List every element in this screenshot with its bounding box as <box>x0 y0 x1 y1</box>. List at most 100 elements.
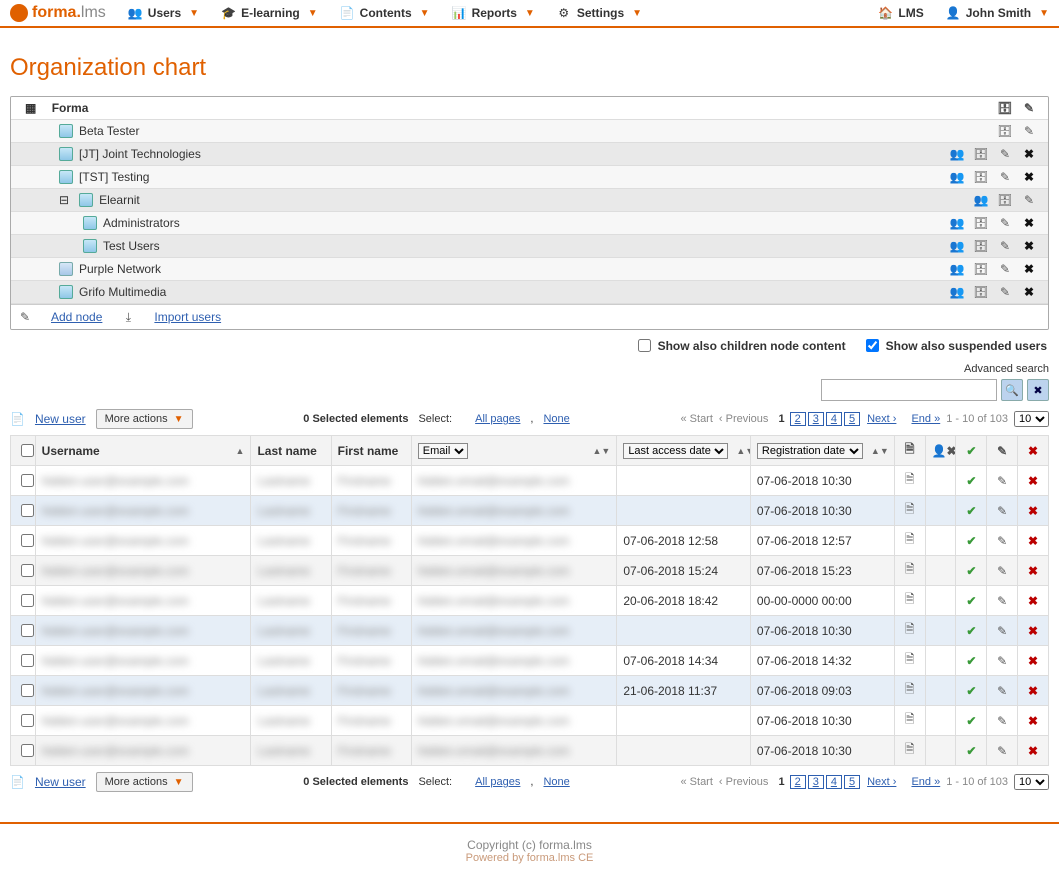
row-edit-button[interactable]: ✎ <box>987 526 1018 556</box>
select-none[interactable]: None <box>543 413 569 425</box>
row-delete-button[interactable]: ✖ <box>1018 676 1049 706</box>
users-icon[interactable]: 👥 <box>972 193 990 207</box>
more-actions-button[interactable]: More actions ▼ <box>96 409 193 429</box>
row-assign-button[interactable] <box>925 496 956 526</box>
more-actions-button[interactable]: More actions ▼ <box>96 772 193 792</box>
pager-page[interactable]: 2 <box>790 412 806 426</box>
database-icon[interactable]: 🗄 <box>972 216 990 230</box>
col-last-access[interactable]: Last access date▲▼ <box>617 436 751 466</box>
users-icon[interactable]: 👥 <box>948 216 966 230</box>
edit-icon[interactable]: ✎ <box>996 147 1014 161</box>
pager-next[interactable]: Next › <box>867 413 896 425</box>
pager-page[interactable]: 1 <box>778 413 784 425</box>
row-profile-button[interactable]: 🗎 <box>894 556 925 586</box>
delete-icon[interactable]: ✖ <box>1020 216 1038 230</box>
menu-reports[interactable]: 📊Reports▼ <box>452 6 535 20</box>
table-row[interactable]: hidden-user@example.comLastnameFirstname… <box>11 556 1049 586</box>
advanced-search-link[interactable]: Advanced search <box>964 363 1049 375</box>
row-delete-button[interactable]: ✖ <box>1018 496 1049 526</box>
row-checkbox[interactable] <box>11 676 36 706</box>
row-edit-button[interactable]: ✎ <box>987 616 1018 646</box>
row-assign-button[interactable] <box>925 706 956 736</box>
edit-icon[interactable]: ✎ <box>996 239 1014 253</box>
select-none[interactable]: None <box>543 776 569 788</box>
row-assign-button[interactable] <box>925 646 956 676</box>
pager-end[interactable]: End » <box>911 413 940 425</box>
row-edit-button[interactable]: ✎ <box>987 586 1018 616</box>
row-active-button[interactable]: ✔ <box>956 526 987 556</box>
users-icon[interactable]: 👥 <box>948 147 966 161</box>
show-children-toggle[interactable]: Show also children node content <box>634 336 846 355</box>
pager-page[interactable]: 3 <box>808 412 824 426</box>
database-icon[interactable]: 🗄 <box>972 170 990 184</box>
pager-start[interactable]: « Start <box>681 776 713 788</box>
row-active-button[interactable]: ✔ <box>956 556 987 586</box>
row-checkbox[interactable] <box>11 646 36 676</box>
pager-page[interactable]: 5 <box>844 412 860 426</box>
edit-icon[interactable]: ✎ <box>1020 193 1038 207</box>
database-icon[interactable]: 🗄 <box>996 124 1014 138</box>
registration-column-select[interactable]: Registration date <box>757 443 863 459</box>
tree-node[interactable]: Purple Network👥🗄✎✖ <box>11 258 1048 281</box>
row-delete-button[interactable]: ✖ <box>1018 646 1049 676</box>
select-all-pages[interactable]: All pages <box>475 776 520 788</box>
show-children-checkbox[interactable] <box>638 339 651 352</box>
users-icon[interactable]: 👥 <box>948 285 966 299</box>
row-checkbox[interactable] <box>11 586 36 616</box>
row-delete-button[interactable]: ✖ <box>1018 706 1049 736</box>
row-delete-button[interactable]: ✖ <box>1018 466 1049 496</box>
users-icon[interactable]: 👥 <box>948 239 966 253</box>
last-access-column-select[interactable]: Last access date <box>623 443 728 459</box>
row-active-button[interactable]: ✔ <box>956 736 987 766</box>
database-icon[interactable]: 🗄 <box>972 285 990 299</box>
database-icon[interactable]: 🗄 <box>996 101 1014 115</box>
row-active-button[interactable]: ✔ <box>956 496 987 526</box>
table-row[interactable]: hidden-user@example.comLastnameFirstname… <box>11 496 1049 526</box>
row-edit-button[interactable]: ✎ <box>987 736 1018 766</box>
row-assign-button[interactable] <box>925 616 956 646</box>
row-delete-button[interactable]: ✖ <box>1018 526 1049 556</box>
table-row[interactable]: hidden-user@example.comLastnameFirstname… <box>11 616 1049 646</box>
row-profile-button[interactable]: 🗎 <box>894 496 925 526</box>
row-profile-button[interactable]: 🗎 <box>894 466 925 496</box>
row-profile-button[interactable]: 🗎 <box>894 736 925 766</box>
add-node-link[interactable]: Add node <box>51 310 102 324</box>
pager-page[interactable]: 4 <box>826 412 842 426</box>
tree-node[interactable]: Test Users👥🗄✎✖ <box>11 235 1048 258</box>
row-profile-button[interactable]: 🗎 <box>894 706 925 736</box>
edit-icon[interactable]: ✎ <box>996 216 1014 230</box>
row-checkbox[interactable] <box>11 526 36 556</box>
row-assign-button[interactable] <box>925 556 956 586</box>
col-registration[interactable]: Registration date▲▼ <box>750 436 894 466</box>
tree-node[interactable]: ⊟Elearnit👥🗄✎ <box>11 189 1048 212</box>
row-edit-button[interactable]: ✎ <box>987 706 1018 736</box>
col-last-name[interactable]: Last name <box>251 436 331 466</box>
row-edit-button[interactable]: ✎ <box>987 466 1018 496</box>
pager-prev[interactable]: ‹ Previous <box>719 413 769 425</box>
tree-node[interactable]: Grifo Multimedia👥🗄✎✖ <box>11 281 1048 304</box>
select-all-pages[interactable]: All pages <box>475 413 520 425</box>
col-first-name[interactable]: First name <box>331 436 411 466</box>
search-input[interactable] <box>821 379 997 401</box>
col-checkbox[interactable] <box>11 436 36 466</box>
table-row[interactable]: hidden-user@example.comLastnameFirstname… <box>11 706 1049 736</box>
pager-page[interactable]: 5 <box>844 775 860 789</box>
tree-root[interactable]: ▦ Forma 🗄 ✎ <box>11 97 1048 120</box>
row-active-button[interactable]: ✔ <box>956 706 987 736</box>
row-assign-button[interactable] <box>925 526 956 556</box>
tree-node[interactable]: Beta Tester🗄✎ <box>11 120 1048 143</box>
page-size-select[interactable]: 10 <box>1014 774 1049 790</box>
edit-icon[interactable]: ✎ <box>996 262 1014 276</box>
row-profile-button[interactable]: 🗎 <box>894 586 925 616</box>
pager-page[interactable]: 4 <box>826 775 842 789</box>
tree-node[interactable]: Administrators👥🗄✎✖ <box>11 212 1048 235</box>
row-delete-button[interactable]: ✖ <box>1018 586 1049 616</box>
collapse-icon[interactable]: ⊟ <box>59 193 69 207</box>
database-icon[interactable]: 🗄 <box>972 239 990 253</box>
row-delete-button[interactable]: ✖ <box>1018 556 1049 586</box>
row-delete-button[interactable]: ✖ <box>1018 616 1049 646</box>
row-delete-button[interactable]: ✖ <box>1018 736 1049 766</box>
delete-icon[interactable]: ✖ <box>1020 239 1038 253</box>
row-assign-button[interactable] <box>925 676 956 706</box>
users-icon[interactable]: 👥 <box>948 262 966 276</box>
